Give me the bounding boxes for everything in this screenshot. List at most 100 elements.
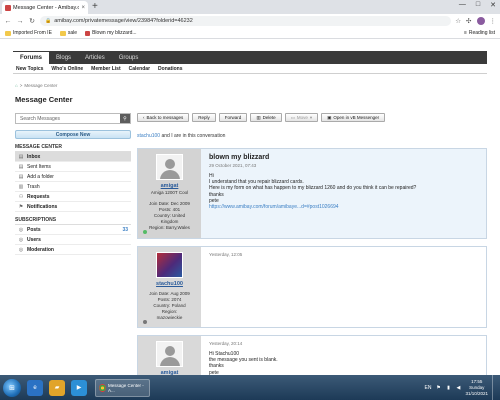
post-user-title: Amiga 1200T Cool [150,190,189,195]
sidebar-item-notifications[interactable]: ⚑ Notifications [15,202,131,212]
bookmark-label: sale [67,30,78,36]
nav-forums[interactable]: Forums [13,51,50,64]
posts-count-badge: 33 [122,226,128,233]
new-tab-button[interactable]: + [92,1,98,12]
network-icon[interactable]: ▮ [445,385,451,391]
sidebar: Search Messages ⚲ Compose New MESSAGE CE… [15,113,131,255]
explorer-icon[interactable]: ▰ [49,379,65,396]
sidebar-item-add-folder[interactable]: ▤ Add a folder [15,172,131,182]
search-icon[interactable]: ⚲ [120,114,130,123]
search-messages-input[interactable]: Search Messages ⚲ [15,113,131,124]
browser-tab[interactable]: Message Center - Amibay.com | × [2,1,88,14]
page: Forums Blogs Articles Groups New Topics … [0,40,500,375]
post-date: Yesterday, 12:05 [209,252,243,257]
back-to-messages-button[interactable]: ‹ Back to messages [137,113,190,122]
post-title: blown my blizzard [209,154,270,161]
reload-icon[interactable]: ↻ [28,17,36,25]
sidebar-item-label: Moderation [27,246,54,253]
close-window-button[interactable]: ✕ [490,1,496,9]
extensions-icon[interactable]: ✣ [466,17,471,25]
sidebar-item-label: Requests [27,193,50,200]
media-icon[interactable]: ▶ [71,379,87,396]
language-indicator[interactable]: EN [425,385,432,391]
nav-blogs[interactable]: Blogs [49,51,78,64]
address-bar-row: ← → ↻ 🔒 amibay.com/privatemessage/view/2… [0,14,500,28]
open-in-messenger-button[interactable]: ▣ Open in vB Messenger [321,113,386,122]
subnav-new-topics[interactable]: New Topics [16,66,43,72]
tab-title: Message Center - Amibay.com | [13,4,80,11]
notifications-icon: ⚑ [18,203,24,210]
post-username[interactable]: stachu100 [138,281,201,287]
search-placeholder: Search Messages [20,115,61,122]
sidebar-item-moderation[interactable]: ◎ Moderation [15,245,131,255]
back-icon[interactable]: ← [4,18,12,25]
home-icon[interactable]: ⌂ [15,83,18,88]
minimize-button[interactable]: — [459,1,466,9]
subnav-member-list[interactable]: Member List [91,66,120,72]
reading-list[interactable]: ≡ Reading list [464,30,495,36]
participant-link[interactable]: stachu100 [137,133,160,139]
system-tray: EN ⚑ ▮ ◀ 17:55 Sunday 31/10/2021 [425,375,500,400]
sidebar-item-posts[interactable]: ◎ Posts 33 [15,225,131,235]
bookmark-label: Imported From IE [13,30,52,36]
sent-icon: ▤ [18,163,24,170]
move-select[interactable]: ▭ Move ▾ [284,113,319,122]
moderation-icon: ◎ [18,246,24,253]
button-label: Delete [262,115,276,120]
post-user-stats: Join Date: Aug 2009 Posts: 2074 Country:… [138,291,201,321]
delete-button[interactable]: ▥ Delete [250,113,282,122]
sidebar-item-label: Notifications [27,203,58,210]
trash-icon: ▥ [18,183,24,190]
clock[interactable]: 17:55 Sunday 31/10/2021 [465,379,488,397]
maximize-button[interactable]: □ [476,1,480,9]
posts-icon: ◎ [18,226,24,233]
forward-icon[interactable]: → [16,18,24,25]
stat-region: Region: Barry,Wales [149,225,190,230]
flag-icon[interactable]: ⚑ [435,385,441,391]
sidebar-item-requests[interactable]: ⚇ Requests [15,192,131,202]
sidebar-item-label: Sent Items [27,163,51,170]
bookmark-blown-blizzard[interactable]: Blown my blizzard... [85,30,137,36]
folder-icon: ▭ [290,114,295,120]
star-icon[interactable]: ☆ [455,17,461,25]
taskbar-app-chrome[interactable]: Message Center - A... [95,378,150,397]
nav-articles[interactable]: Articles [78,51,112,64]
profile-avatar-icon[interactable] [476,17,485,25]
close-tab-icon[interactable]: × [81,5,85,11]
avatar[interactable] [156,341,183,367]
site-favicon-icon [5,4,11,11]
chrome-icon [99,383,106,392]
start-button[interactable]: ⊞ [3,378,21,397]
ie-icon[interactable]: e [27,379,43,396]
avatar[interactable] [156,154,183,180]
bookmark-sale[interactable]: sale [59,30,78,36]
compose-new-button[interactable]: Compose New [15,130,131,139]
breadcrumb-current[interactable]: Message Center [24,83,57,88]
avatar[interactable] [156,252,183,278]
bookmark-imported[interactable]: Imported From IE [5,30,52,36]
reply-button[interactable]: Reply [192,113,216,122]
nav-groups[interactable]: Groups [112,51,146,64]
window-controls: — □ ✕ [459,1,496,9]
sidebar-item-users[interactable]: ◎ Users [15,235,131,245]
post-user-stats: Join Date: Dec 2009 Posts: 401 Country: … [138,201,201,231]
sidebar-item-trash[interactable]: ▥ Trash [15,182,131,192]
sidebar-item-label: Add a folder [27,173,54,180]
forward-button[interactable]: Forward [218,113,248,122]
sidebar-item-sent[interactable]: ▤ Sent Items [15,162,131,172]
sidebar-item-inbox[interactable]: ▤ Inbox [15,152,131,162]
button-label: Back to messages [146,115,184,120]
subscriptions-heading: SUBSCRIPTIONS [15,217,131,225]
show-desktop-button[interactable] [492,375,497,400]
default-avatar-body-icon [160,170,180,179]
url-field[interactable]: 🔒 amibay.com/privatemessage/view/23984?f… [40,16,452,26]
subnav-whos-online[interactable]: Who's Online [51,66,83,72]
default-avatar-head-icon [165,159,175,169]
post-username[interactable]: amigat [138,183,201,189]
volume-icon[interactable]: ◀ [455,385,461,391]
post-link[interactable]: https://www.amibay.com/forum/amibaye...d… [209,204,478,210]
bookmark-label: Blown my blizzard... [92,30,137,36]
subnav-donations[interactable]: Donations [158,66,182,72]
menu-icon[interactable]: ⋮ [490,17,497,25]
subnav-calendar[interactable]: Calendar [129,66,150,72]
